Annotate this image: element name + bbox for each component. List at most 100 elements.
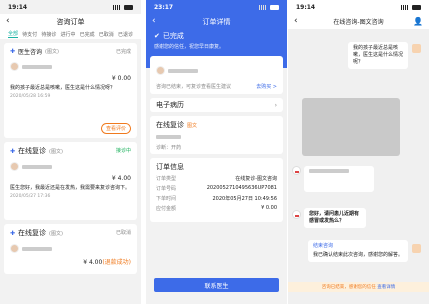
avatar xyxy=(156,66,165,75)
doctor-card[interactable]: 咨询已结束，可复诊查看医生建议 去购买 > xyxy=(150,56,283,94)
order-price: ¥ 4.00 xyxy=(83,259,103,266)
order-title: 医生咨询 xyxy=(18,49,43,56)
order-subtype: (图文) xyxy=(49,148,63,155)
info-value: ¥ 0.00 xyxy=(261,205,277,211)
revisit-title: 在线复诊 xyxy=(156,121,184,129)
status-bar: 19:14 xyxy=(288,0,429,14)
info-value: 2020年05月27日 10:49:56 xyxy=(212,196,278,202)
patient-message: 我的孩子最近总是咳嗽，医生这是什么情况呢？ xyxy=(348,42,408,69)
end-consult-bubble: 结束咨询 我已确认结束此次咨询，感谢您的解答。 xyxy=(308,240,408,262)
nav-bar: ‹ 在线咨询-图文咨询 👤 xyxy=(288,14,429,29)
status-subtitle: 感谢您的信任，祝您早日康复。 xyxy=(154,44,225,50)
info-key: 下单时间 xyxy=(156,196,177,202)
tab-pending[interactable]: 待接诊 xyxy=(41,31,56,38)
order-card[interactable]: ✚ 医生咨询 (图文) 已完成 ¥ 0.00 我的孩子最近总是咳嗽，医生这是什么情况… xyxy=(4,43,137,138)
end-consult-text: 我已确认结束此次咨询，感谢您的解答。 xyxy=(313,252,404,258)
page-title: 咨询订单 xyxy=(56,17,85,26)
order-list-screen: 19:14 ‹ 咨询订单 全部 待支付 待接诊 进行中 已完成 已取消 已退诊 … xyxy=(0,0,141,304)
doctor-avatar xyxy=(292,166,301,175)
blurred-name xyxy=(22,64,52,69)
status-badge: 接诊中 xyxy=(115,148,131,154)
doctor-message-blur xyxy=(304,166,374,192)
end-consult-title: 结束咨询 xyxy=(313,243,334,249)
order-tabs: 全部 待支付 待接诊 进行中 已完成 已取消 已退诊 xyxy=(0,29,141,39)
chat-screen: 19:14 ‹ 在线咨询-图文咨询 👤 我的孩子最近总是咳嗽，医生这是什么情况呢… xyxy=(288,0,429,304)
back-icon[interactable]: ‹ xyxy=(6,17,10,26)
doctor-icon: ✚ xyxy=(10,48,16,55)
battery-icon xyxy=(124,4,133,10)
patient-avatar xyxy=(412,244,421,253)
diagnosis-label: 诊断： xyxy=(156,145,172,151)
order-subtype: (图文) xyxy=(49,230,63,237)
status-bar: 23:17 xyxy=(146,0,287,14)
order-desc: 我的孩子最近总是咳嗽，医生这是什么情况呀？ xyxy=(10,85,116,91)
doctor-icon: ✚ xyxy=(10,229,16,237)
emr-row[interactable]: 电子病历 › xyxy=(150,98,283,112)
avatar xyxy=(10,244,19,253)
order-price: ¥ 4.00 xyxy=(111,175,131,182)
tab-ongoing[interactable]: 进行中 xyxy=(60,31,75,38)
blurred-message xyxy=(302,98,400,156)
clock: 23:17 xyxy=(154,3,174,11)
patient-avatar xyxy=(412,44,421,53)
signal-icon xyxy=(259,4,267,10)
view-review-button[interactable]: 查看评价 xyxy=(100,123,131,134)
notice-text: 咨询已结束，感谢您的信任 xyxy=(321,285,376,290)
order-desc: 医生您好，我最近还是在发热，我需要来复诊咨询下。 xyxy=(10,185,131,191)
info-key: 应付金额 xyxy=(156,206,177,212)
info-value: 在线复诊-图文咨询 xyxy=(235,176,277,182)
end-notice: 咨询已结束，感谢您的信任 查看详情 xyxy=(288,282,429,292)
blurred-patient xyxy=(156,135,181,139)
back-icon[interactable]: ‹ xyxy=(152,17,156,26)
notice-link[interactable]: 查看详情 xyxy=(377,285,395,290)
info-key: 订单类型 xyxy=(156,176,177,182)
info-value: 2020052710495636UP7081 xyxy=(206,185,277,191)
order-price: ¥ 0.00 xyxy=(111,75,131,82)
tab-all[interactable]: 全部 xyxy=(8,30,19,38)
check-icon: ✔ xyxy=(154,32,160,40)
diagnosis-value: 开药 xyxy=(171,145,182,151)
status-badge: 已取消 xyxy=(115,230,131,236)
blurred-name xyxy=(168,68,198,73)
refund-status: (退款成功) xyxy=(102,259,131,266)
order-info-card: 订单信息 订单类型 在线复诊-图文咨询 订单号码 2020052710495636U… xyxy=(150,158,283,222)
user-icon[interactable]: 👤 xyxy=(413,17,423,26)
order-title: 在线复诊 xyxy=(18,147,47,155)
back-icon[interactable]: ‹ xyxy=(294,17,298,26)
tab-refunded[interactable]: 已退诊 xyxy=(118,31,133,38)
status-bar: 19:14 xyxy=(0,0,141,14)
order-card[interactable]: ✚ 在线复诊 (图文) 接诊中 ¥ 4.00 医生您好，我最近还是在发热，我需要来复… xyxy=(4,142,137,220)
tab-done[interactable]: 已完成 xyxy=(80,31,95,38)
page-title: 在线咨询-图文咨询 xyxy=(333,19,384,26)
revisit-card: 在线复诊 图文 诊断：开药 xyxy=(150,116,283,154)
nav-bar: ‹ 订单详情 xyxy=(146,14,287,29)
contact-doctor-button[interactable]: 联系医生 xyxy=(154,278,279,292)
blurred-name xyxy=(22,164,52,169)
order-detail-screen: 23:17 ‹ 订单详情 ✔ 已完成 感谢您的信任，祝您早日康复。 咨询已结束，可… xyxy=(146,0,287,304)
blurred-name xyxy=(22,246,52,251)
signal-icon xyxy=(113,4,121,10)
status-badge: 已完成 xyxy=(115,49,131,55)
page-title: 订单详情 xyxy=(202,17,231,26)
order-title: 在线复诊 xyxy=(18,229,47,237)
signal-icon xyxy=(401,4,409,10)
revisit-tag: 图文 xyxy=(187,122,198,129)
clock: 19:14 xyxy=(8,3,28,11)
hint-text: 咨询已结束，可复诊查看医生建议 xyxy=(156,84,232,90)
tab-pending-pay[interactable]: 待支付 xyxy=(22,31,37,38)
chevron-right-icon: › xyxy=(274,101,277,109)
order-subtype: (图文) xyxy=(45,49,59,55)
info-key: 订单号码 xyxy=(156,186,177,192)
doctor-avatar xyxy=(292,210,301,219)
order-status: 已完成 xyxy=(162,32,184,40)
nav-bar: ‹ 咨询订单 xyxy=(0,14,141,29)
order-card[interactable]: ✚ 在线复诊 (图文) 已取消 ¥ 4.00(退款成功) xyxy=(4,224,137,274)
tab-cancelled[interactable]: 已取消 xyxy=(99,31,114,38)
clock: 19:14 xyxy=(296,3,316,11)
order-info-title: 订单信息 xyxy=(156,163,184,171)
emr-label: 电子病历 xyxy=(156,101,184,109)
buy-link[interactable]: 去购买 > xyxy=(256,83,277,90)
order-time: 2020/05/28 16:59 xyxy=(10,94,51,99)
order-time: 2020/05/27 17:36 xyxy=(10,194,51,199)
doctor-message: 您好，请问患儿近期有感冒或发热么？ xyxy=(304,208,366,228)
